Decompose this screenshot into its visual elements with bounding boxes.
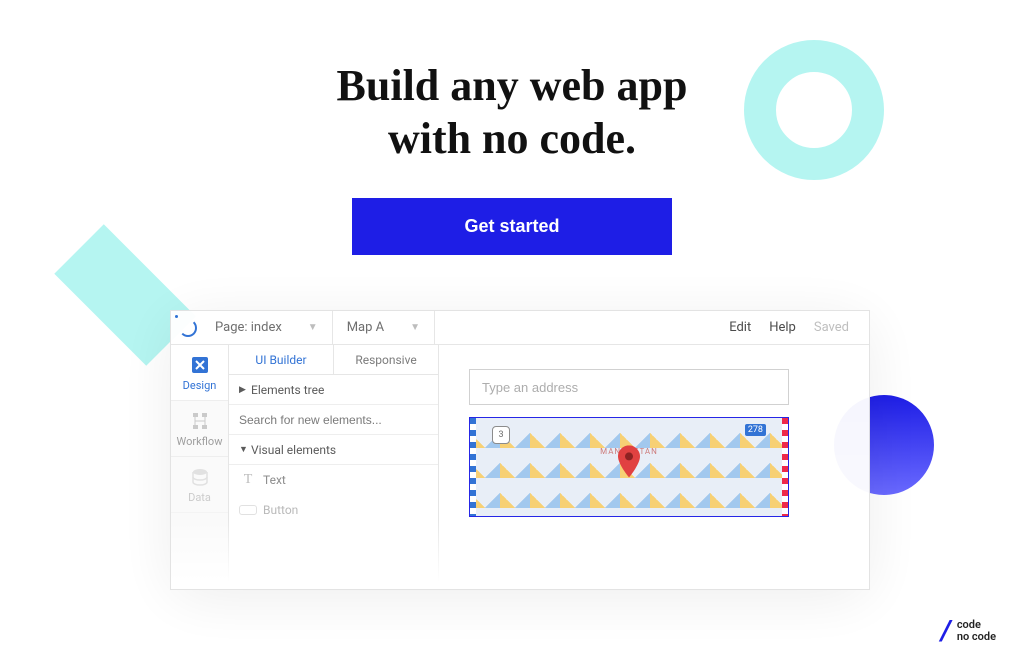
divider bbox=[434, 311, 435, 344]
elements-tree-row[interactable]: ▶ Elements tree bbox=[229, 375, 438, 405]
visual-elements-label: Visual elements bbox=[251, 443, 336, 457]
rail-data-label: Data bbox=[188, 491, 211, 504]
element-button-label: Button bbox=[263, 503, 298, 517]
hero-section: Build any web app with no code. Get star… bbox=[212, 60, 812, 255]
chevron-down-icon: ▼ bbox=[239, 444, 251, 455]
rail-item-workflow[interactable]: Workflow bbox=[171, 401, 228, 457]
element-item-button[interactable]: Button bbox=[229, 495, 438, 525]
get-started-button[interactable]: Get started bbox=[352, 198, 672, 255]
text-icon: T bbox=[239, 472, 257, 488]
elements-tree-label: Elements tree bbox=[251, 383, 324, 397]
rail-item-data[interactable]: Data bbox=[171, 457, 228, 513]
page-select-dropdown[interactable]: Page: index ▼ bbox=[205, 311, 328, 344]
element-text-label: Text bbox=[263, 473, 286, 487]
footer-nocode-label: no code bbox=[957, 631, 996, 643]
page-select-label: Page: index bbox=[215, 320, 282, 335]
footer-logo: / code no code bbox=[941, 619, 996, 643]
route-shield-icon: 3 bbox=[492, 426, 510, 444]
editor-canvas[interactable]: 3 278 MANHATTAN bbox=[439, 345, 869, 589]
map-element[interactable]: 3 278 MANHATTAN bbox=[469, 417, 789, 517]
element-item-text[interactable]: T Text bbox=[229, 465, 438, 495]
rail-design-label: Design bbox=[183, 379, 217, 392]
visual-elements-row[interactable]: ▼ Visual elements bbox=[229, 435, 438, 465]
address-input[interactable] bbox=[469, 369, 789, 405]
saved-status: Saved bbox=[814, 320, 849, 335]
workflow-icon bbox=[189, 410, 211, 432]
chevron-down-icon: ▼ bbox=[410, 322, 420, 333]
chevron-down-icon: ▼ bbox=[308, 322, 318, 333]
help-link[interactable]: Help bbox=[769, 320, 796, 335]
elements-search-input[interactable] bbox=[229, 405, 438, 435]
hero-title-line1: Build any web app bbox=[337, 61, 688, 110]
route-shield-icon: 278 bbox=[745, 424, 766, 436]
rail-workflow-label: Workflow bbox=[177, 435, 223, 448]
slash-icon: / bbox=[941, 621, 951, 641]
button-icon bbox=[239, 505, 257, 515]
tab-ui-builder[interactable]: UI Builder bbox=[229, 345, 334, 374]
design-icon bbox=[189, 354, 211, 376]
tab-responsive[interactable]: Responsive bbox=[334, 345, 438, 374]
hero-title: Build any web app with no code. bbox=[212, 60, 812, 166]
bubble-logo-icon bbox=[179, 319, 197, 337]
editor-window: Page: index ▼ Map A ▼ Edit Help Saved De… bbox=[170, 310, 870, 590]
element-select-label: Map A bbox=[347, 320, 384, 335]
database-icon bbox=[189, 466, 211, 488]
rail-item-design[interactable]: Design bbox=[171, 345, 228, 401]
chevron-right-icon: ▶ bbox=[239, 385, 251, 395]
left-rail: Design Workflow Data bbox=[171, 345, 229, 589]
element-select-dropdown[interactable]: Map A ▼ bbox=[337, 311, 430, 344]
edit-link[interactable]: Edit bbox=[729, 320, 751, 335]
elements-panel: UI Builder Responsive ▶ Elements tree ▼ … bbox=[229, 345, 439, 589]
map-pin-icon bbox=[617, 445, 641, 481]
divider bbox=[332, 311, 333, 344]
hero-title-line2: with no code. bbox=[388, 114, 636, 163]
editor-top-bar: Page: index ▼ Map A ▼ Edit Help Saved bbox=[171, 311, 869, 345]
